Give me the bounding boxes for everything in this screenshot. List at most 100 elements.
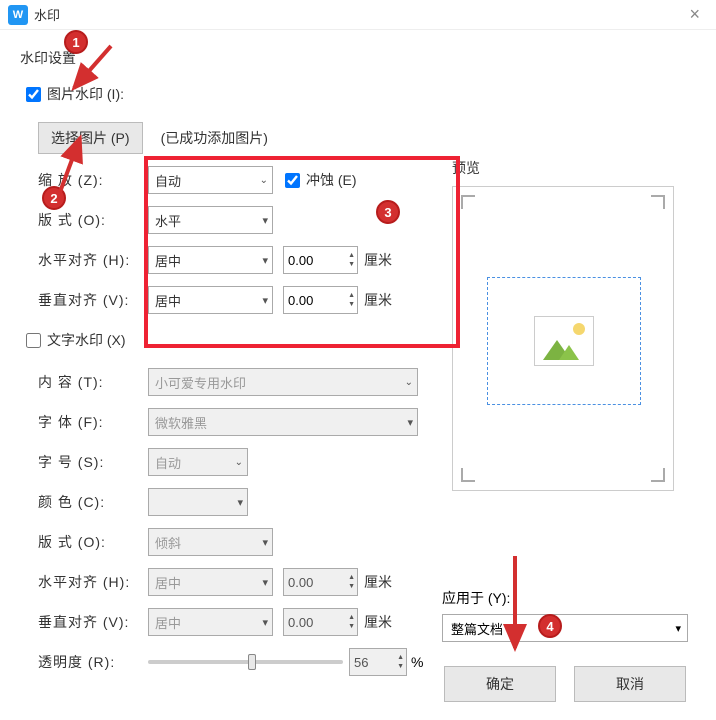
valign2-value: 居中 xyxy=(155,613,181,632)
corner-icon xyxy=(461,195,475,209)
app-icon: W xyxy=(8,5,28,25)
opacity-spinner[interactable]: ▲▼ xyxy=(349,648,407,676)
halign2-spinner[interactable]: ▲▼ xyxy=(283,568,358,596)
valign-input[interactable] xyxy=(284,293,334,308)
valign2-label: 垂直对齐 (V): xyxy=(38,612,148,632)
spin-up-icon[interactable]: ▲ xyxy=(348,292,355,300)
text-watermark-label: 文字水印 (X) xyxy=(47,330,126,350)
window-title: 水印 xyxy=(34,5,60,24)
unit-label: 厘米 xyxy=(364,612,392,632)
layout-value: 水平 xyxy=(155,211,181,230)
opacity-input xyxy=(350,655,400,670)
corner-icon xyxy=(461,468,475,482)
zoom-combo[interactable]: 自动 ⌄ xyxy=(148,166,273,194)
halign-label: 水平对齐 (H): xyxy=(38,250,148,270)
choose-image-button[interactable]: 选择图片 (P) xyxy=(38,122,143,154)
chevron-down-icon: ⌄ xyxy=(405,377,413,388)
caret-down-icon: ▾ xyxy=(262,254,268,267)
image-added-hint: (已成功添加图片) xyxy=(161,128,268,148)
apply-value: 整篇文档 xyxy=(451,619,503,638)
caret-down-icon: ▾ xyxy=(407,416,413,429)
section-title: 水印设置 xyxy=(20,48,704,68)
titlebar: W 水印 × xyxy=(0,0,716,30)
percent-label: % xyxy=(411,654,423,670)
spin-up-icon: ▲ xyxy=(348,574,355,582)
layout2-combo[interactable]: 倾斜 ▾ xyxy=(148,528,273,556)
zoom-value: 自动 xyxy=(155,171,181,190)
font-label: 字 体 (F): xyxy=(38,412,148,432)
opacity-label: 透明度 (R): xyxy=(38,652,148,672)
valign-combo[interactable]: 居中 ▾ xyxy=(148,286,273,314)
caret-down-icon: ▾ xyxy=(675,622,681,635)
cancel-button[interactable]: 取消 xyxy=(574,666,686,702)
layout2-label: 版 式 (O): xyxy=(38,532,148,552)
halign2-label: 水平对齐 (H): xyxy=(38,572,148,592)
caret-down-icon: ▾ xyxy=(262,536,268,549)
opacity-slider[interactable] xyxy=(148,660,343,664)
image-watermark-label: 图片水印 (I): xyxy=(47,84,124,104)
size-combo[interactable]: 自动 ⌄ xyxy=(148,448,248,476)
erode-checkbox[interactable] xyxy=(285,173,300,188)
unit-label: 厘米 xyxy=(364,290,392,310)
apply-section: 应用于 (Y): 整篇文档 ▾ xyxy=(442,588,688,642)
color-label: 颜 色 (C): xyxy=(38,492,148,512)
caret-down-icon: ▾ xyxy=(262,214,268,227)
content-combo[interactable]: 小可爱专用水印 ⌄ xyxy=(148,368,418,396)
unit-label: 厘米 xyxy=(364,572,392,592)
slider-thumb[interactable] xyxy=(248,654,256,670)
halign-spinner[interactable]: ▲▼ xyxy=(283,246,358,274)
halign-input[interactable] xyxy=(284,253,334,268)
spin-down-icon: ▼ xyxy=(397,663,404,671)
layout2-value: 倾斜 xyxy=(155,533,181,552)
chevron-down-icon: ⌄ xyxy=(260,175,268,186)
valign2-combo[interactable]: 居中 ▾ xyxy=(148,608,273,636)
valign-spinner[interactable]: ▲▼ xyxy=(283,286,358,314)
spin-down-icon[interactable]: ▼ xyxy=(348,261,355,269)
font-combo[interactable]: 微软雅黑 ▾ xyxy=(148,408,418,436)
halign-value: 居中 xyxy=(155,251,181,270)
apply-label: 应用于 (Y): xyxy=(442,588,688,608)
close-icon[interactable]: × xyxy=(681,4,708,25)
preview-selection xyxy=(487,277,641,405)
halign2-combo[interactable]: 居中 ▾ xyxy=(148,568,273,596)
corner-icon xyxy=(651,468,665,482)
valign-value: 居中 xyxy=(155,291,181,310)
corner-icon xyxy=(651,195,665,209)
preview-title: 预览 xyxy=(452,158,684,178)
valign-label: 垂直对齐 (V): xyxy=(38,290,148,310)
spin-down-icon: ▼ xyxy=(348,623,355,631)
valign2-spinner[interactable]: ▲▼ xyxy=(283,608,358,636)
unit-label: 厘米 xyxy=(364,250,392,270)
spin-up-icon: ▲ xyxy=(348,614,355,622)
halign2-input xyxy=(284,575,334,590)
content-label: 内 容 (T): xyxy=(38,372,148,392)
ok-button[interactable]: 确定 xyxy=(444,666,556,702)
size-value: 自动 xyxy=(155,453,181,472)
preview-box xyxy=(452,186,674,491)
spin-up-icon: ▲ xyxy=(397,654,404,662)
spin-down-icon[interactable]: ▼ xyxy=(348,301,355,309)
erode-label: 冲蚀 (E) xyxy=(306,170,357,190)
image-watermark-checkbox[interactable] xyxy=(26,87,41,102)
halign2-value: 居中 xyxy=(155,573,181,592)
spin-up-icon[interactable]: ▲ xyxy=(348,252,355,260)
apply-combo[interactable]: 整篇文档 ▾ xyxy=(442,614,688,642)
zoom-label: 缩 放 (Z): xyxy=(38,170,148,190)
layout-label: 版 式 (O): xyxy=(38,210,148,230)
caret-down-icon: ▾ xyxy=(262,294,268,307)
content-value: 小可爱专用水印 xyxy=(155,373,246,392)
valign2-input xyxy=(284,615,334,630)
text-watermark-checkbox[interactable] xyxy=(26,333,41,348)
halign-combo[interactable]: 居中 ▾ xyxy=(148,246,273,274)
size-label: 字 号 (S): xyxy=(38,452,148,472)
preview-panel: 预览 xyxy=(452,158,684,491)
color-combo[interactable]: ▾ xyxy=(148,488,248,516)
chevron-down-icon: ⌄ xyxy=(235,457,243,468)
caret-down-icon: ▾ xyxy=(262,576,268,589)
image-placeholder-icon xyxy=(534,316,594,366)
caret-down-icon: ▾ xyxy=(237,496,243,509)
font-value: 微软雅黑 xyxy=(155,413,207,432)
caret-down-icon: ▾ xyxy=(262,616,268,629)
layout-combo[interactable]: 水平 ▾ xyxy=(148,206,273,234)
spin-down-icon: ▼ xyxy=(348,583,355,591)
